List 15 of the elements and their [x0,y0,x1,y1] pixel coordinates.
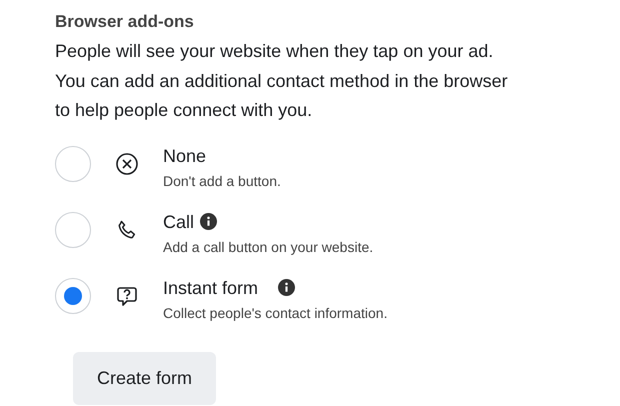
option-label: Call [163,210,194,234]
radio-button[interactable] [55,212,91,248]
radio-button[interactable] [55,146,91,182]
section-title: Browser add-ons [55,11,195,33]
option-label: None [163,144,206,168]
close-icon [115,152,139,176]
option-description: Don't add a button. [163,172,281,190]
info-icon[interactable] [278,279,296,296]
info-icon[interactable] [200,213,218,230]
radio-button[interactable] [55,278,91,314]
option-description: Add a call button on your website. [163,238,374,256]
create-form-button[interactable]: Create form [73,352,216,404]
option-description: Collect people's contact information. [163,304,388,322]
option-label: Instant form [163,276,258,300]
description-text: People will see your website when they tap on your ad. You can add an additional contact method in the browser to help people connect with you. [55,40,509,122]
